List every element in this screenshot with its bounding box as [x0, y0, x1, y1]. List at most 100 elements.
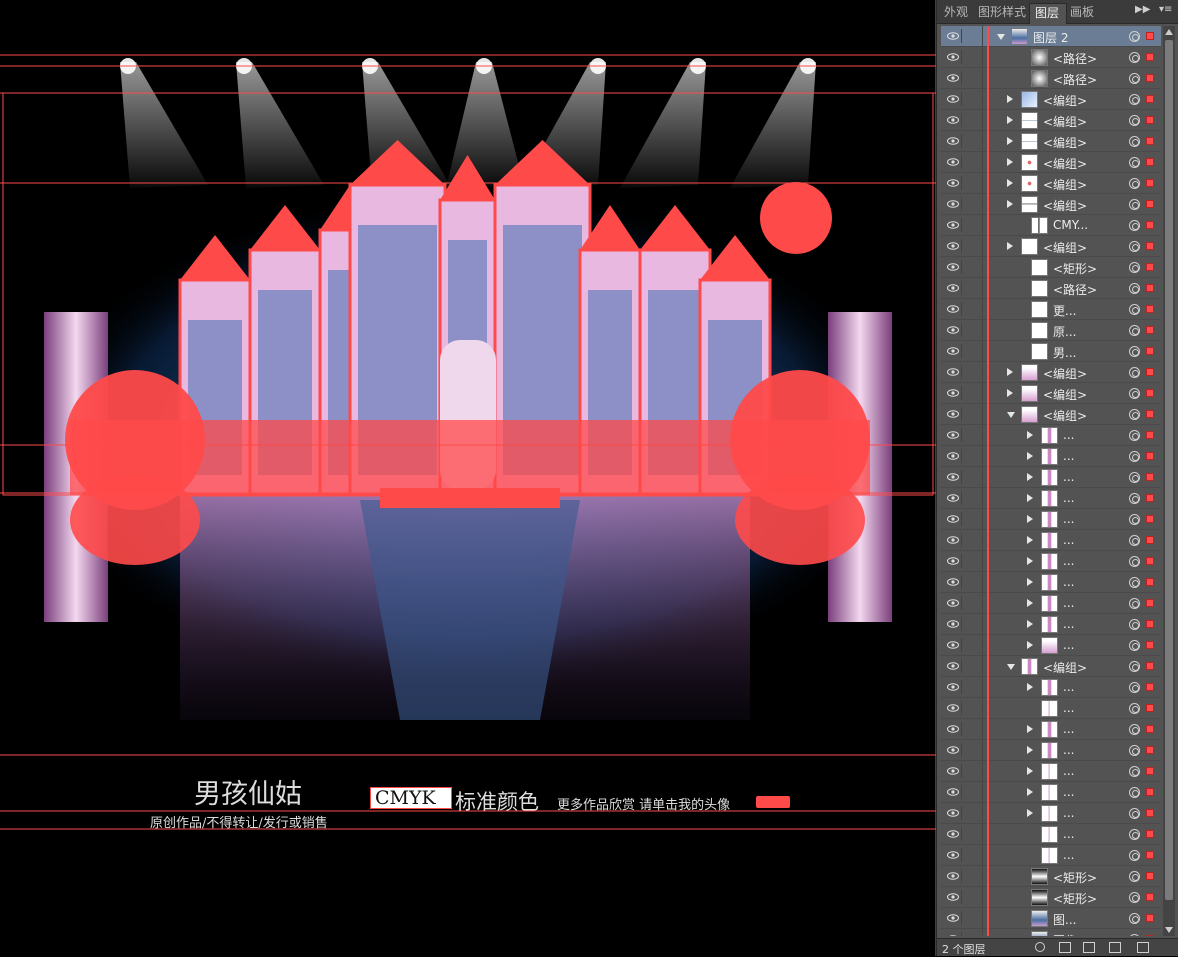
- target-circle-icon[interactable]: [1129, 535, 1140, 546]
- target-circle-icon[interactable]: [1129, 598, 1140, 609]
- selection-indicator[interactable]: [1146, 872, 1154, 880]
- layer-row[interactable]: ...: [941, 446, 1161, 467]
- selection-indicator[interactable]: [1146, 263, 1154, 271]
- layer-name[interactable]: <编组>: [1043, 407, 1087, 424]
- layer-row[interactable]: ...: [941, 635, 1161, 656]
- selection-indicator[interactable]: [1146, 200, 1154, 208]
- scroll-up-icon[interactable]: [1165, 29, 1173, 35]
- visibility-eye-icon[interactable]: [944, 596, 962, 610]
- layer-name[interactable]: ...: [1063, 848, 1074, 862]
- target-circle-icon[interactable]: [1129, 808, 1140, 819]
- layer-row[interactable]: <编组>: [941, 89, 1161, 110]
- target-circle-icon[interactable]: [1129, 220, 1140, 231]
- target-circle-icon[interactable]: [1129, 619, 1140, 630]
- layer-row[interactable]: ...: [941, 803, 1161, 824]
- expand-triangle-icon[interactable]: [1027, 452, 1033, 460]
- layer-row[interactable]: CMY...: [941, 215, 1161, 236]
- selection-indicator[interactable]: [1146, 368, 1154, 376]
- target-circle-icon[interactable]: [1129, 829, 1140, 840]
- lock-toggle[interactable]: [963, 467, 983, 488]
- expand-triangle-icon[interactable]: [1007, 95, 1013, 103]
- visibility-eye-icon[interactable]: [944, 428, 962, 442]
- layer-row[interactable]: ...: [941, 782, 1161, 803]
- lock-toggle[interactable]: [963, 278, 983, 299]
- target-circle-icon[interactable]: [1129, 766, 1140, 777]
- expand-triangle-icon[interactable]: [1027, 578, 1033, 586]
- layer-row[interactable]: 图层 2: [941, 26, 1161, 47]
- target-circle-icon[interactable]: [1129, 514, 1140, 525]
- target-circle-icon[interactable]: [1129, 913, 1140, 924]
- expand-triangle-icon[interactable]: [1007, 137, 1013, 145]
- layer-row[interactable]: ...: [941, 551, 1161, 572]
- layer-row[interactable]: ...: [941, 467, 1161, 488]
- lock-toggle[interactable]: [963, 299, 983, 320]
- layer-name[interactable]: <路径>: [1053, 281, 1097, 298]
- visibility-eye-icon[interactable]: [944, 71, 962, 85]
- selection-indicator[interactable]: [1146, 221, 1154, 229]
- visibility-eye-icon[interactable]: [944, 785, 962, 799]
- make-clipping-mask-icon[interactable]: [1059, 942, 1071, 953]
- expand-triangle-icon[interactable]: [1007, 200, 1013, 208]
- layer-row[interactable]: <编组>: [941, 152, 1161, 173]
- target-circle-icon[interactable]: [1129, 262, 1140, 273]
- selection-indicator[interactable]: [1146, 95, 1154, 103]
- lock-toggle[interactable]: [963, 698, 983, 719]
- selection-indicator[interactable]: [1146, 179, 1154, 187]
- layer-row[interactable]: <编组>: [941, 131, 1161, 152]
- layer-row[interactable]: <编组>: [941, 404, 1161, 425]
- visibility-eye-icon[interactable]: [944, 491, 962, 505]
- layer-name[interactable]: <矩形>: [1053, 260, 1097, 277]
- layer-name[interactable]: <编组>: [1043, 386, 1087, 403]
- expand-triangle-icon[interactable]: [1007, 158, 1013, 166]
- layer-row[interactable]: 男...: [941, 341, 1161, 362]
- selection-indicator[interactable]: [1146, 284, 1154, 292]
- lock-toggle[interactable]: [963, 719, 983, 740]
- visibility-eye-icon[interactable]: [944, 176, 962, 190]
- layer-name[interactable]: ...: [1063, 428, 1074, 442]
- tab-artboards[interactable]: 画板: [1065, 3, 1103, 24]
- expand-triangle-icon[interactable]: [1027, 473, 1033, 481]
- layer-row[interactable]: <矩形>: [941, 887, 1161, 908]
- layer-name[interactable]: <路径>: [1053, 50, 1097, 67]
- target-circle-icon[interactable]: [1129, 745, 1140, 756]
- layer-row[interactable]: ...: [941, 488, 1161, 509]
- expand-triangle-icon[interactable]: [1007, 242, 1013, 250]
- layer-name[interactable]: <编组>: [1043, 365, 1087, 382]
- visibility-eye-icon[interactable]: [944, 470, 962, 484]
- target-circle-icon[interactable]: [1129, 136, 1140, 147]
- selection-indicator[interactable]: [1146, 641, 1154, 649]
- layer-name[interactable]: <编组>: [1043, 92, 1087, 109]
- visibility-eye-icon[interactable]: [944, 911, 962, 925]
- target-circle-icon[interactable]: [1129, 850, 1140, 861]
- visibility-eye-icon[interactable]: [944, 323, 962, 337]
- layer-row[interactable]: ...: [941, 845, 1161, 866]
- visibility-eye-icon[interactable]: [944, 155, 962, 169]
- layer-list-scrollbar[interactable]: [1163, 26, 1175, 936]
- layer-row[interactable]: ...: [941, 509, 1161, 530]
- lock-toggle[interactable]: [963, 131, 983, 152]
- target-circle-icon[interactable]: [1129, 556, 1140, 567]
- visibility-eye-icon[interactable]: [944, 722, 962, 736]
- layer-name[interactable]: <编组>: [1043, 659, 1087, 676]
- layer-name[interactable]: ...: [1063, 785, 1074, 799]
- lock-toggle[interactable]: [963, 488, 983, 509]
- create-sublayer-icon[interactable]: [1083, 942, 1095, 953]
- selection-indicator[interactable]: [1146, 515, 1154, 523]
- target-circle-icon[interactable]: [1129, 409, 1140, 420]
- selection-indicator[interactable]: [1146, 788, 1154, 796]
- target-circle-icon[interactable]: [1129, 472, 1140, 483]
- artboard-canvas[interactable]: 男孩仙姑 CMYK 标准颜色 更多作品欣赏 请单击我的头像 原创作品/不得转让/…: [0, 0, 936, 956]
- tab-appearance[interactable]: 外观: [939, 3, 977, 24]
- layer-name[interactable]: ...: [1063, 449, 1074, 463]
- layer-row[interactable]: <编组>: [941, 110, 1161, 131]
- target-circle-icon[interactable]: [1129, 682, 1140, 693]
- visibility-eye-icon[interactable]: [944, 680, 962, 694]
- layer-name[interactable]: ...: [1063, 491, 1074, 505]
- layer-name[interactable]: ...: [1063, 596, 1074, 610]
- expand-triangle-icon[interactable]: [1007, 368, 1013, 376]
- visibility-eye-icon[interactable]: [944, 50, 962, 64]
- lock-toggle[interactable]: [963, 782, 983, 803]
- lock-toggle[interactable]: [963, 341, 983, 362]
- layer-row[interactable]: ...: [941, 614, 1161, 635]
- lock-toggle[interactable]: [963, 677, 983, 698]
